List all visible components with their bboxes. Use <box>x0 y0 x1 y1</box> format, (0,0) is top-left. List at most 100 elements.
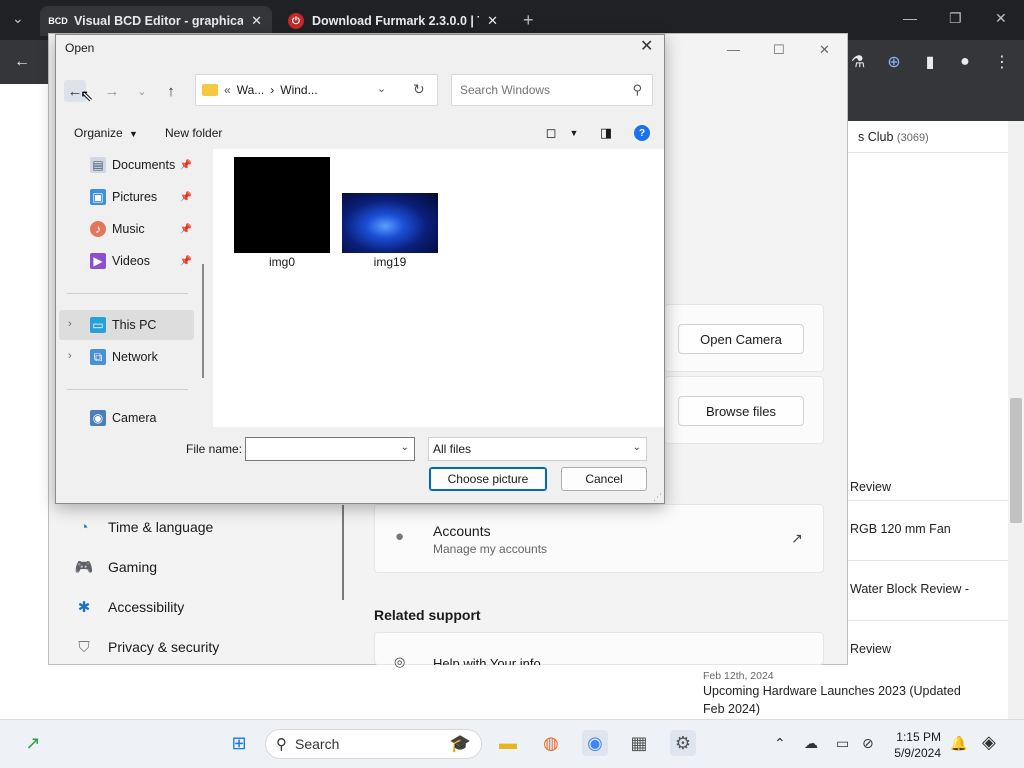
start-windows-icon[interactable]: ⊞ <box>226 730 252 756</box>
sidebar-item-network[interactable]: ⧉ Network <box>90 344 194 370</box>
breadcrumb-item[interactable]: Wa... <box>237 83 265 97</box>
refresh-icon[interactable]: ↻ <box>413 81 425 98</box>
sidepanel-icon[interactable]: ▮ <box>920 52 940 72</box>
cancel-button[interactable]: Cancel <box>561 467 647 491</box>
sidebar-item-music[interactable]: ♪ Music 📌 <box>90 216 194 242</box>
taskbar-search[interactable]: ⚲ Search 🎓 <box>265 729 482 759</box>
cloud-offline-icon[interactable]: ☁ <box>804 735 818 752</box>
music-icon: ♪ <box>90 221 106 237</box>
nav-accessibility[interactable]: Accessibility <box>108 599 184 615</box>
organize-menu[interactable]: Organize ▼ <box>74 126 138 140</box>
file-name-combobox[interactable]: ⌄ <box>245 437 415 461</box>
menu-kebab-icon[interactable]: ⋮ <box>992 52 1012 72</box>
system-clock[interactable]: 1:15 PM 5/9/2024 <box>893 729 941 761</box>
file-thumbnail-img0[interactable] <box>234 157 330 253</box>
sidebar-item-this-pc[interactable]: ▭ This PC <box>90 312 194 338</box>
address-bar[interactable]: « Wa... › Wind... ⌄ ↻ <box>195 74 438 106</box>
file-explorer-icon[interactable]: ▬ <box>495 730 521 756</box>
close-window-icon[interactable]: ✕ <box>995 10 1007 27</box>
sidebar-item-camera[interactable]: ◉ Camera <box>90 408 194 428</box>
article-title[interactable]: Feb 2024) <box>703 702 760 716</box>
sidebar-item-label: Videos <box>112 254 150 268</box>
tab-furmark[interactable]: ⏻ Download Furmark 2.3.0.0 | Te ✕ <box>278 6 508 36</box>
widgets-chart-icon[interactable]: ↗ <box>20 730 46 756</box>
external-link-icon[interactable]: ↗ <box>791 530 803 547</box>
browse-files-button[interactable]: Browse files <box>678 396 804 426</box>
calculator-icon[interactable]: ▦ <box>626 730 652 756</box>
minimize-icon[interactable]: — <box>903 10 917 26</box>
sidebar-item-documents[interactable]: ▤ Documents 📌 <box>90 152 194 178</box>
nav-scrollbar[interactable] <box>342 505 344 600</box>
maximize-icon[interactable]: ☐ <box>773 42 785 58</box>
notification-bell-icon[interactable]: 🔔 <box>950 735 967 752</box>
close-icon[interactable]: ✕ <box>640 36 653 56</box>
chrome-icon[interactable]: ◉ <box>582 730 608 756</box>
file-thumbnail-img19[interactable] <box>342 193 438 253</box>
organize-label: Organize <box>74 126 123 140</box>
minimize-icon[interactable]: — <box>727 42 740 57</box>
tab-visual-bcd[interactable]: BCD Visual BCD Editor - graphical b ✕ <box>40 6 272 36</box>
pin-icon: 📌 <box>179 223 192 235</box>
choose-picture-button[interactable]: Choose picture <box>429 467 547 491</box>
restore-icon[interactable]: ❐ <box>949 10 962 27</box>
article-link[interactable]: Review <box>850 480 891 494</box>
club-count: (3069) <box>896 132 929 144</box>
sidebar-item-pictures[interactable]: ▣ Pictures 📌 <box>90 184 194 210</box>
nav-gaming[interactable]: Gaming <box>108 559 157 575</box>
search-box[interactable]: ⚲ <box>451 74 653 106</box>
view-mode-icon[interactable]: ◻ <box>543 125 559 141</box>
close-icon[interactable]: ✕ <box>487 13 498 29</box>
file-name[interactable]: img0 <box>234 255 330 269</box>
web-content <box>848 121 1008 719</box>
settings-gear-icon[interactable]: ⚙ <box>670 730 696 756</box>
person-icon: ● <box>395 528 405 545</box>
nav-privacy-security[interactable]: Privacy & security <box>108 639 219 655</box>
navigation-pane-scrollbar[interactable] <box>202 264 204 378</box>
page-scrollbar-thumb[interactable] <box>1010 398 1022 523</box>
tab-search-button[interactable]: ⌄ <box>12 10 28 30</box>
search-input[interactable] <box>452 75 612 105</box>
file-name[interactable]: img19 <box>342 255 438 269</box>
breadcrumb-item[interactable]: Wind... <box>280 83 317 97</box>
download-icon[interactable]: ⊕ <box>884 52 904 72</box>
firefox-icon[interactable]: ◍ <box>538 730 564 756</box>
new-folder-button[interactable]: New folder <box>165 126 222 140</box>
file-name-input[interactable] <box>246 438 396 460</box>
chevron-down-icon[interactable]: ▼ <box>566 125 582 141</box>
resize-grip-icon[interactable]: ⋰ <box>653 492 662 503</box>
search-icon: ⚲ <box>276 736 287 753</box>
club-link[interactable]: s Club (3069) <box>858 130 929 144</box>
article-link[interactable]: RGB 120 mm Fan <box>850 522 951 536</box>
labs-flask-icon[interactable]: ⚗ <box>848 52 868 72</box>
chevron-right-icon[interactable]: › <box>68 318 72 330</box>
chevron-down-icon: ⌄ <box>632 442 641 453</box>
preview-pane-icon[interactable]: ◨ <box>598 125 614 141</box>
sidebar-item-videos[interactable]: ▶ Videos 📌 <box>90 248 194 274</box>
help-text-partial[interactable]: Help with Your info <box>433 656 541 665</box>
article-link[interactable]: Review <box>850 642 891 656</box>
file-type-select[interactable]: All files ⌄ <box>428 437 647 461</box>
new-tab-button[interactable]: + <box>523 10 534 31</box>
article-title[interactable]: Upcoming Hardware Launches 2023 (Updated <box>703 684 961 698</box>
profile-avatar-icon[interactable]: ● <box>955 52 975 72</box>
nav-time-language[interactable]: Time & language <box>108 519 213 535</box>
clock-date: 5/9/2024 <box>894 746 941 760</box>
chevron-down-icon[interactable]: ⌄ <box>377 82 386 95</box>
close-icon[interactable]: ✕ <box>819 42 830 58</box>
back-arrow-icon[interactable]: ← <box>12 52 32 72</box>
network-status-icon[interactable]: ▭ <box>836 735 849 752</box>
breadcrumb-overflow[interactable]: « <box>224 83 231 97</box>
copilot-icon[interactable]: ◈ <box>982 732 996 753</box>
chevron-up-icon[interactable]: ⌃ <box>774 735 786 752</box>
help-icon[interactable]: ? <box>634 125 650 141</box>
article-link[interactable]: Water Block Review - <box>850 582 969 596</box>
documents-icon: ▤ <box>90 157 106 173</box>
up-arrow-icon[interactable]: ↑ <box>160 80 182 102</box>
close-icon[interactable]: ✕ <box>251 13 262 29</box>
recent-locations-chevron-icon[interactable]: ⌄ <box>131 80 153 102</box>
chevron-down-icon[interactable]: ⌄ <box>401 442 409 453</box>
chevron-right-icon[interactable]: › <box>68 350 72 362</box>
forward-arrow-icon[interactable]: → <box>101 80 123 102</box>
open-camera-button[interactable]: Open Camera <box>678 324 804 354</box>
volume-icon[interactable]: ⊘ <box>862 735 874 752</box>
